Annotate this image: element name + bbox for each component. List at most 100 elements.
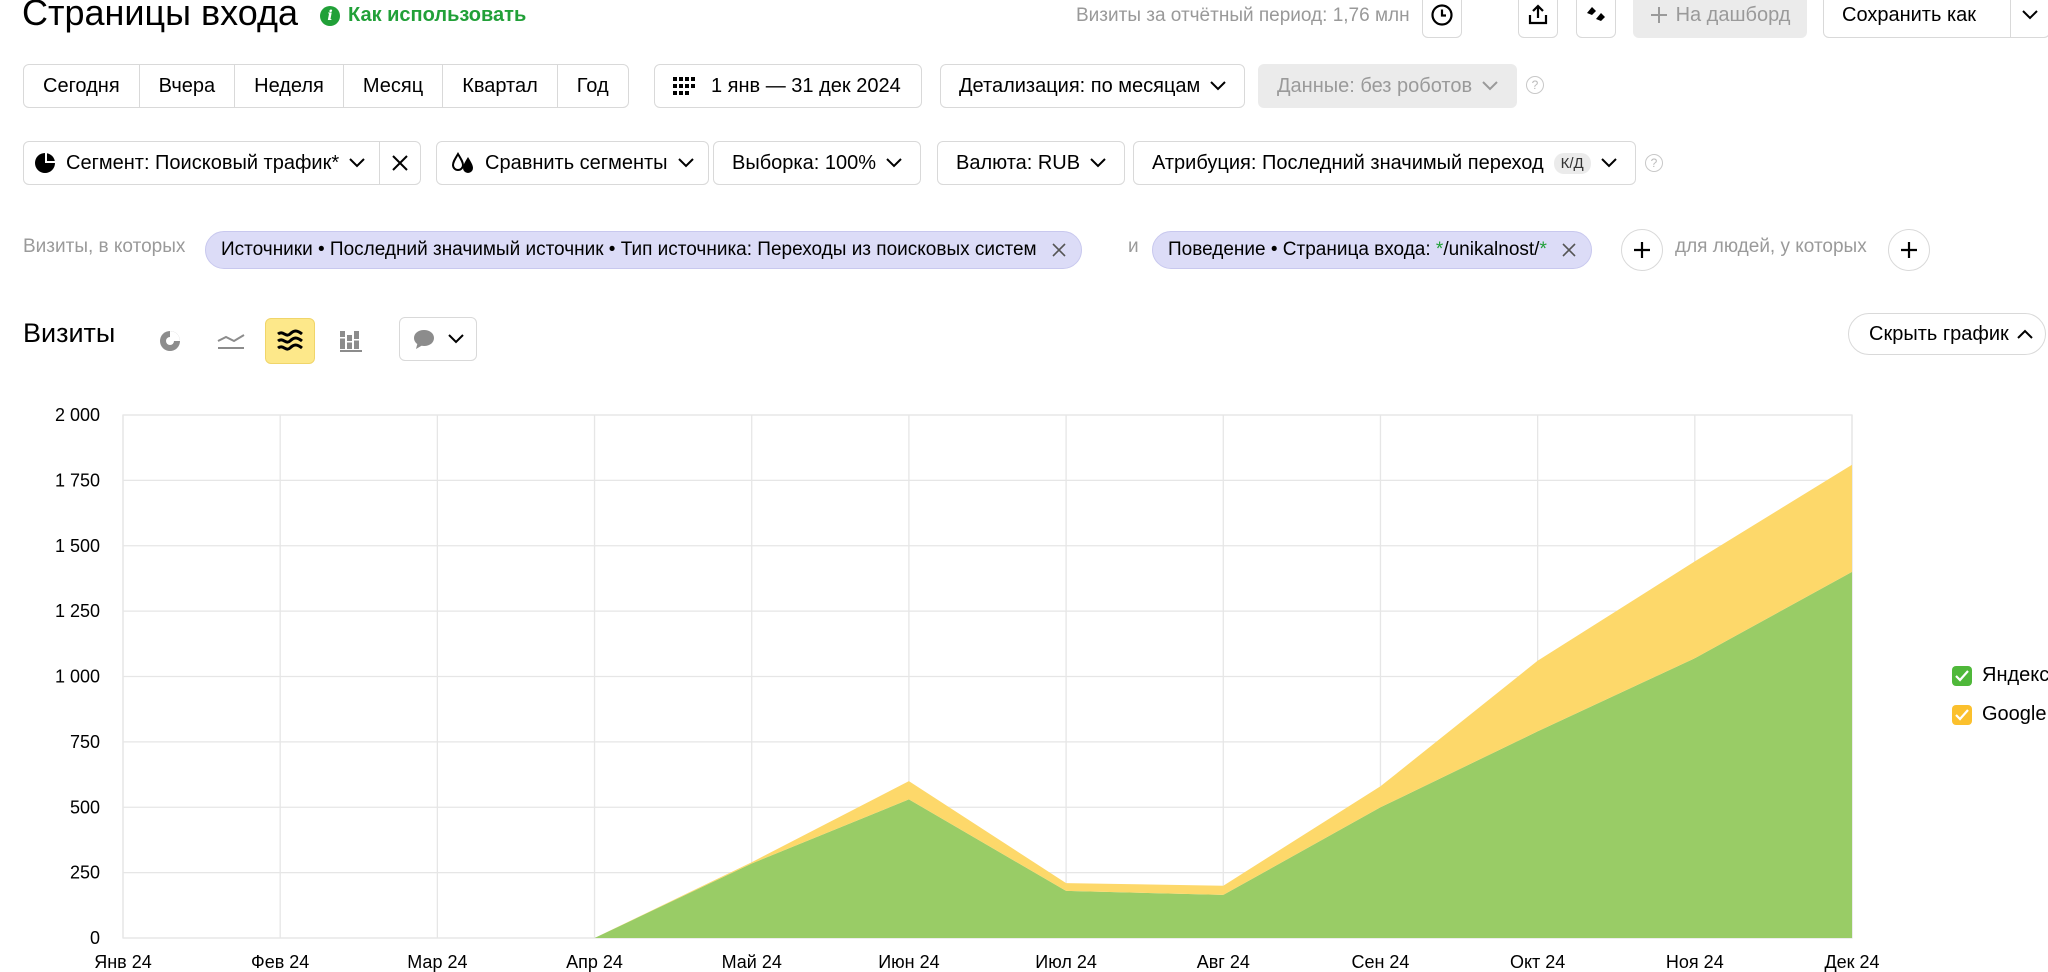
chevron-down-icon: [886, 158, 902, 168]
y-tick-label: 1 500: [55, 536, 100, 556]
attribution-badge: К/Д: [1553, 152, 1591, 174]
history-button[interactable]: [1422, 0, 1462, 38]
x-tick-label: Ноя 24: [1666, 952, 1724, 972]
attribution-dropdown[interactable]: Атрибуция: Последний значимый переход К/…: [1133, 141, 1636, 185]
save-as-button[interactable]: Сохранить как: [1823, 0, 2048, 38]
annotations-dropdown[interactable]: [399, 317, 477, 361]
howto-link[interactable]: i Как использовать: [320, 4, 526, 27]
add-people-filter-button[interactable]: [1888, 229, 1930, 271]
help-icon[interactable]: ?: [1645, 154, 1663, 172]
comment-icon: [414, 330, 434, 349]
howto-label: Как использовать: [348, 4, 527, 26]
detail-label: Детализация: по месяцам: [959, 74, 1201, 97]
y-tick-label: 250: [70, 863, 100, 883]
chevron-down-icon: [1482, 81, 1498, 91]
period-week[interactable]: Неделя: [235, 65, 344, 107]
period-year[interactable]: Год: [558, 65, 628, 107]
legend-item-yandex[interactable]: Яндекс: [1952, 664, 2048, 687]
legend-label: Google: [1982, 703, 2047, 725]
currency-label: Валюта: RUB: [956, 151, 1081, 174]
chevron-up-icon: [2017, 329, 2033, 339]
chevron-down-icon: [349, 158, 365, 168]
clear-segment-button[interactable]: [380, 142, 420, 184]
segment-dropdown[interactable]: Сегмент: Поисковый трафик*: [24, 142, 381, 184]
filter-chip-label: Поведение • Страница входа: */unikalnost…: [1168, 239, 1547, 261]
period-today[interactable]: Сегодня: [24, 65, 140, 107]
chart-type-line[interactable]: [206, 318, 256, 364]
sample-dropdown[interactable]: Выборка: 100%: [713, 141, 921, 185]
filter-and: и: [1128, 236, 1139, 257]
filter-prefix: Визиты, в которых: [23, 236, 186, 257]
plus-icon: [1634, 242, 1650, 258]
add-to-dashboard-button[interactable]: На дашборд: [1633, 0, 1807, 38]
attribution-label: Атрибуция: Последний значимый переход: [1152, 151, 1544, 174]
visits-period-summary: Визиты за отчётный период: 1,76 млн: [1076, 5, 1410, 26]
page-title: Страницы входа: [22, 0, 298, 33]
filter-chip-text: Поведение • Страница входа:: [1168, 239, 1436, 260]
hide-graph-button[interactable]: Скрыть график: [1848, 313, 2046, 355]
x-tick-label: Май 24: [722, 952, 782, 972]
visits-area-chart: 0 250 500 750 1 000 1 250 1 500 1 750 2 000 Янв …: [55, 405, 1880, 972]
close-icon[interactable]: [1561, 242, 1577, 258]
filter-chip-source[interactable]: Источники • Последний значимый источник …: [205, 231, 1082, 269]
line-chart-icon: [217, 334, 245, 349]
y-tick-label: 500: [70, 797, 100, 817]
x-tick-label: Окт 24: [1510, 952, 1565, 972]
stacked-area-icon: [277, 329, 303, 351]
filter-chip-entry-page[interactable]: Поведение • Страница входа: */unikalnost…: [1152, 231, 1592, 269]
y-tick-label: 1 000: [55, 667, 100, 687]
currency-dropdown[interactable]: Валюта: RUB: [937, 141, 1126, 185]
x-tick-label: Апр 24: [566, 952, 623, 972]
export-button[interactable]: [1518, 0, 1558, 38]
close-icon: [392, 155, 408, 171]
x-tick-label: Июн 24: [878, 952, 939, 972]
chart-type-area[interactable]: [265, 318, 315, 364]
y-tick-label: 2 000: [55, 405, 100, 425]
chart-type-bar[interactable]: [326, 318, 376, 364]
data-filter-label: Данные: без роботов: [1277, 74, 1473, 97]
period-month[interactable]: Месяц: [344, 65, 444, 107]
pie-chart-icon: [35, 153, 55, 173]
chart-type-pie[interactable]: [145, 318, 195, 364]
detail-dropdown[interactable]: Детализация: по месяцам: [940, 64, 1246, 108]
date-range-label: 1 янв — 31 дек 2024: [711, 74, 901, 97]
filter-chip-label: Источники • Последний значимый источник …: [221, 239, 1037, 260]
legend-label: Яндекс: [1982, 664, 2048, 686]
y-tick-label: 750: [70, 732, 100, 752]
y-tick-label: 1 250: [55, 601, 100, 621]
period-quarter[interactable]: Квартал: [443, 65, 558, 107]
chevron-down-icon: [677, 158, 694, 168]
y-axis: 0 250 500 750 1 000 1 250 1 500 1 750 2 000: [55, 405, 100, 948]
x-axis: Янв 24 Фев 24 Мар 24 Апр 24 Май 24 Июн 24 Июл …: [94, 952, 1879, 972]
wildcard-star: *: [1539, 239, 1547, 260]
y-tick-label: 0: [90, 928, 100, 948]
x-tick-label: Янв 24: [94, 952, 152, 972]
x-tick-label: Июл 24: [1035, 952, 1097, 972]
compare-label: Сравнить сегменты: [485, 151, 668, 174]
save-options-toggle[interactable]: [2011, 10, 2048, 20]
period-yesterday[interactable]: Вчера: [140, 65, 236, 107]
pie-chart-icon: [160, 331, 180, 351]
date-range-picker[interactable]: 1 янв — 31 дек 2024: [654, 64, 922, 108]
help-icon[interactable]: ?: [1526, 76, 1544, 94]
clock-icon: [1431, 4, 1453, 26]
compare-segments-dropdown[interactable]: Сравнить сегменты: [436, 141, 709, 185]
chart-title: Визиты: [23, 318, 116, 348]
period-selector: Сегодня Вчера Неделя Месяц Квартал Год: [23, 64, 629, 108]
legend-item-google[interactable]: Google: [1952, 703, 2047, 726]
y-tick-label: 1 750: [55, 470, 100, 490]
close-icon[interactable]: [1051, 242, 1067, 258]
filter-people-label: для людей, у которых: [1675, 236, 1867, 257]
chevron-down-icon: [2022, 10, 2038, 20]
data-filter-dropdown[interactable]: Данные: без роботов: [1258, 64, 1518, 108]
add-visit-filter-button[interactable]: [1621, 229, 1663, 271]
dashboard-label: На дашборд: [1675, 3, 1791, 26]
chart-series: [123, 464, 1852, 938]
hide-graph-label: Скрыть график: [1869, 322, 2009, 345]
sort-button[interactable]: [1576, 0, 1616, 38]
filter-chip-path: /unikalnost/: [1443, 239, 1540, 260]
share-icon: [1528, 4, 1548, 25]
calendar-grid-icon: [673, 77, 695, 95]
chevron-down-icon: [1210, 81, 1227, 91]
segment-label: Сегмент: Поисковый трафик*: [66, 151, 340, 174]
